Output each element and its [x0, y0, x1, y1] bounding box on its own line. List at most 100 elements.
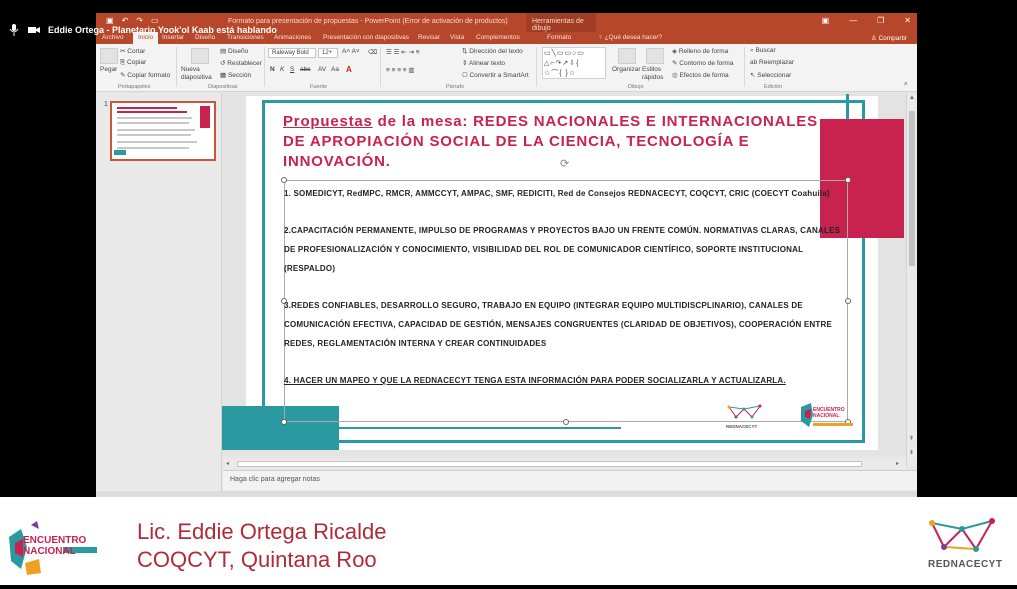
- resize-handle[interactable]: [281, 419, 287, 425]
- banner-logo-line1: ENCUENTRO: [23, 535, 87, 546]
- align-text-button[interactable]: ⇕ Alinear texto: [462, 59, 505, 67]
- scroll-thumb[interactable]: [237, 461, 862, 467]
- change-case-icon[interactable]: Aa: [331, 66, 339, 73]
- tab-complementos[interactable]: Complementos: [476, 34, 520, 41]
- align-icons[interactable]: ≡ ≡ ≡ ≡ ▥: [386, 66, 415, 74]
- quick-styles-button[interactable]: Estilos rápidos: [642, 66, 670, 82]
- encuentro-nacional-logo: ENCUENTRO NACIONAL: [799, 401, 859, 431]
- scroll-up-icon[interactable]: ▲: [909, 95, 915, 101]
- group-label-slides: Diapositivas: [208, 84, 238, 90]
- layout-icon: ▤: [220, 48, 228, 55]
- font-name-select[interactable]: Raleway Bold: [268, 48, 316, 58]
- resize-handle[interactable]: [281, 177, 287, 183]
- proposal-3: 3.REDES CONFIABLES, DESARROLLO SEGURO, T…: [284, 301, 833, 348]
- scroll-left-icon[interactable]: ◂: [226, 460, 229, 467]
- minimize-icon[interactable]: —: [849, 16, 857, 25]
- arrange-button[interactable]: Organizar: [612, 66, 641, 73]
- slide-thumbnails-pane: 1: [96, 93, 222, 498]
- slide[interactable]: Propuestas de la mesa: REDES NACIONALES …: [222, 94, 904, 450]
- group-label-clipboard: Portapapeles: [118, 84, 151, 90]
- notes-placeholder: Haga clic para agregar notas: [230, 476, 320, 483]
- text-direction-button[interactable]: ⇅ Dirección del texto: [462, 47, 523, 55]
- close-icon[interactable]: ✕: [904, 16, 911, 25]
- format-painter-button[interactable]: ✎ Copiar formato: [120, 71, 170, 79]
- proposal-4: 4. HACER UN MAPEO Y QUE LA REDNACECYT TE…: [284, 376, 786, 385]
- share-button[interactable]: ♙ Compartir: [871, 34, 907, 42]
- scroll-thumb[interactable]: [909, 111, 915, 266]
- clear-format-icon[interactable]: ⌫: [368, 48, 377, 56]
- tell-me-box[interactable]: ♀ ¿Qué desea hacer?: [598, 34, 662, 41]
- group-label-font: Fuente: [310, 84, 328, 90]
- strikethrough-icon[interactable]: abc: [300, 66, 310, 73]
- replace-icon: ab: [750, 59, 760, 66]
- meeting-status-bar: Eddie Ortega - Planetario Yook'ol Kaab e…: [8, 24, 277, 36]
- bullets-icon[interactable]: ☰ ☰ ⇤ ⇥ ≡: [386, 48, 420, 56]
- group-label-editing: Edición: [764, 84, 783, 90]
- font-size-select[interactable]: 12+: [318, 48, 338, 58]
- cut-button[interactable]: ✂ Cortar: [120, 47, 145, 55]
- paste-icon[interactable]: [100, 48, 118, 64]
- select-button[interactable]: ↖ Seleccionar: [750, 71, 791, 79]
- collapse-ribbon-icon[interactable]: ˄: [904, 82, 908, 88]
- arrange-icon[interactable]: [618, 48, 636, 64]
- resize-handle[interactable]: [845, 177, 851, 183]
- separator: [744, 47, 745, 87]
- rotate-handle-icon[interactable]: ⟳: [560, 157, 569, 170]
- ribbon-display-icon[interactable]: ▣: [822, 16, 830, 25]
- vertical-scrollbar[interactable]: ▲ ⇞ ⇟: [906, 93, 917, 466]
- shape-fill-button[interactable]: ◈ Relleno de forma: [672, 47, 728, 55]
- rednacecyt-logo: REDNACECYT: [726, 403, 764, 429]
- contextual-tab-header: Herramientas de dibujo: [526, 13, 596, 32]
- powerpoint-window: ▣ ↶ ↷ ▭ Formato para presentación de pro…: [96, 13, 917, 498]
- notes-pane[interactable]: Haga clic para agregar notas: [223, 470, 917, 490]
- find-button[interactable]: ⌕ Buscar: [750, 47, 776, 55]
- layout-button[interactable]: ▤ Diseño: [220, 47, 248, 55]
- resize-handle[interactable]: [845, 298, 851, 304]
- horizontal-scrollbar[interactable]: ◂ ▸: [223, 459, 906, 469]
- proposal-2: 2.CAPACITACIÓN PERMANENTE, IMPULSO DE PR…: [284, 226, 841, 273]
- group-label-drawing: Dibujo: [628, 84, 644, 90]
- shape-effects-button[interactable]: ◎ Efectos de forma: [672, 71, 729, 79]
- tab-presentacion[interactable]: Presentación con diapositivas: [323, 34, 409, 41]
- lightbulb-icon: ♀: [598, 34, 605, 41]
- smartart-button[interactable]: ⎔ Convertir a SmartArt: [462, 71, 529, 79]
- reset-button[interactable]: ↺ Restablecer: [220, 59, 262, 67]
- slide-body-text[interactable]: 1. SOMEDICYT, RedMPC, RMCR, AMMCCYT, AMP…: [284, 184, 844, 390]
- section-icon: ▦: [220, 72, 228, 79]
- spacing-icon[interactable]: AV: [318, 66, 326, 73]
- replace-button[interactable]: ab Reemplazar: [750, 59, 794, 66]
- separator: [380, 47, 381, 87]
- microphone-icon[interactable]: [8, 24, 20, 36]
- copy-button[interactable]: ⎘ Copiar: [120, 59, 146, 67]
- copy-icon: ⎘: [120, 59, 128, 66]
- slide-thumbnail[interactable]: [110, 101, 216, 161]
- section-button[interactable]: ▦ Sección: [220, 71, 251, 79]
- tab-vista[interactable]: Vista: [450, 34, 464, 41]
- shape-outline-button[interactable]: ✎ Contorno de forma: [672, 59, 733, 67]
- underline-icon[interactable]: S: [290, 66, 294, 73]
- maximize-icon[interactable]: ❐: [877, 16, 884, 25]
- separator: [264, 47, 265, 87]
- prev-slide-icon[interactable]: ⇞: [909, 435, 914, 442]
- new-slide-button[interactable]: Nueva diapositiva: [181, 66, 219, 82]
- banner-logo-line2: NACIONAL: [23, 546, 76, 557]
- grow-font-icon[interactable]: A˄ A˅: [342, 48, 360, 55]
- tab-formato[interactable]: Formato: [547, 34, 571, 41]
- bold-icon[interactable]: N: [270, 66, 275, 73]
- italic-icon[interactable]: K: [280, 66, 284, 73]
- group-label-paragraph: Párrafo: [446, 84, 465, 90]
- next-slide-icon[interactable]: ⇟: [909, 449, 914, 456]
- scroll-right-icon[interactable]: ▸: [896, 460, 899, 467]
- camera-icon[interactable]: [28, 24, 40, 36]
- shapes-gallery[interactable]: ▭╲▭▭○▭ △⌐↷↗⇩{☆⌒{ }☆: [542, 47, 606, 79]
- tab-revisar[interactable]: Revisar: [418, 34, 440, 41]
- resize-handle[interactable]: [563, 419, 569, 425]
- paste-button[interactable]: Pegar: [100, 66, 117, 73]
- font-color-icon[interactable]: A: [346, 65, 352, 74]
- new-slide-icon[interactable]: [191, 48, 209, 64]
- tab-animaciones[interactable]: Animaciones: [274, 34, 311, 41]
- encuentro-nacional-banner-logo: ENCUENTRO NACIONAL: [5, 517, 101, 581]
- speaker-organization: COQCYT, Quintana Roo: [137, 547, 377, 572]
- screen: Eddie Ortega - Planetario Yook'ol Kaab e…: [0, 0, 1017, 589]
- quick-styles-icon[interactable]: [646, 48, 664, 64]
